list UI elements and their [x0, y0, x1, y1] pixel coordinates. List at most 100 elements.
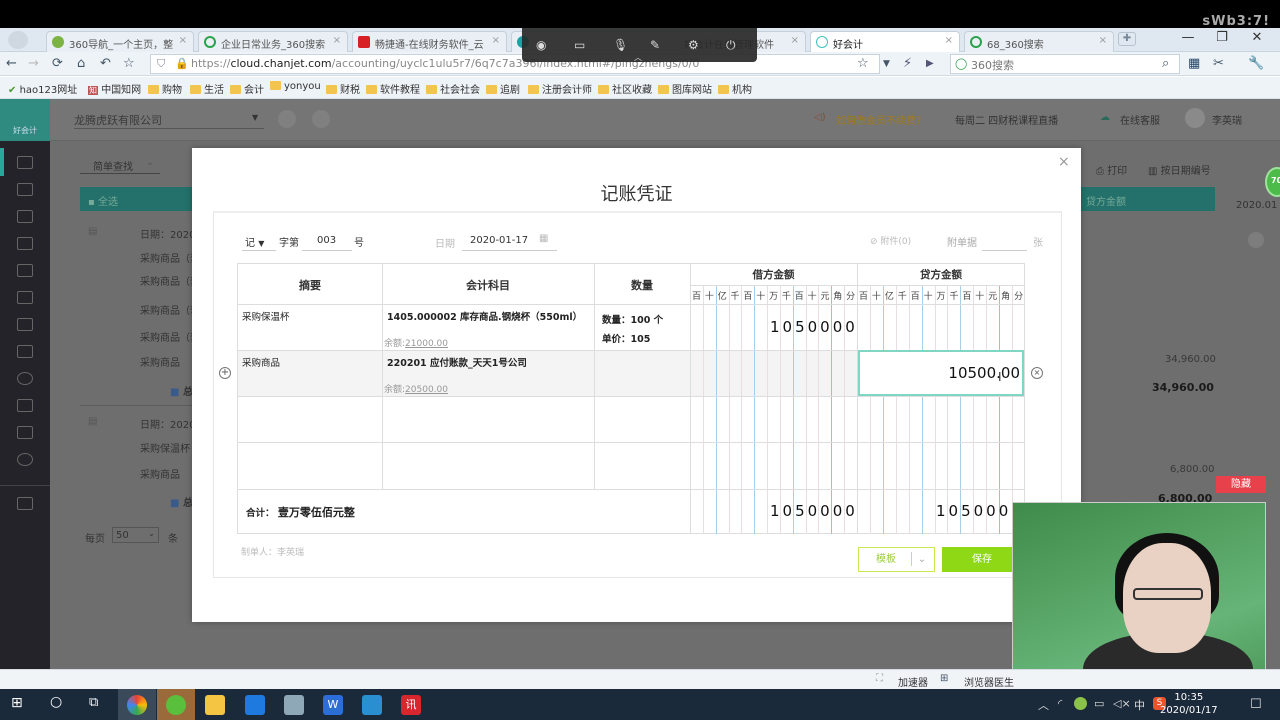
page-size-select[interactable]: 50 ⌄ — [112, 527, 159, 543]
360-guard-icon[interactable] — [1074, 697, 1087, 710]
delete-row-icon[interactable]: × — [1031, 367, 1043, 379]
online-service-link[interactable]: 在线客服 — [1120, 112, 1160, 127]
scissors-icon[interactable]: ✂ — [1213, 56, 1224, 71]
close-tab-icon[interactable]: × — [1099, 35, 1107, 46]
favorite-star-icon[interactable]: ☆ — [123, 56, 135, 71]
home-icon[interactable]: ⌂ — [77, 56, 85, 71]
forward-icon[interactable]: → — [28, 56, 39, 71]
row4-summary[interactable] — [238, 443, 382, 488]
close-window-button[interactable]: ✕ — [1242, 30, 1272, 45]
bookmark-folder[interactable]: 社区收藏 — [598, 81, 652, 96]
speed-icon[interactable]: ⚡ — [903, 56, 912, 71]
row1-summary[interactable]: 采购保温杯 — [242, 309, 290, 323]
collapse-icon[interactable]: ︿ — [634, 52, 642, 63]
row2-summary[interactable]: 采购商品 — [242, 355, 280, 369]
sidebar-chart-icon[interactable] — [17, 210, 33, 223]
tab-haokuaiji[interactable]: 好会计 × — [810, 31, 960, 52]
tray-expand-icon[interactable]: ︿ — [1038, 697, 1049, 713]
wechat-icon[interactable] — [166, 695, 186, 715]
tab-chanjet[interactable]: 畅捷通-在线财务软件_云 × — [352, 31, 507, 52]
bookmark-folder[interactable]: 机构 — [718, 81, 752, 96]
promo-link[interactable]: 如何做会员不续费？ — [836, 112, 926, 127]
renumber-button[interactable]: ▥ 按日期编号 — [1148, 162, 1211, 177]
bookmark-folder[interactable]: 社会社会 — [426, 81, 480, 96]
new-tab-button[interactable]: ✚ — [1118, 32, 1136, 46]
row1-price[interactable]: 单价：105 — [602, 331, 650, 345]
url-input[interactable]: ⛉ 🔒 https://cloud.chanjet.com/accounting… — [150, 54, 880, 74]
notification-center-icon[interactable]: ☐ — [1250, 697, 1262, 712]
windows-start-icon[interactable]: ⊞ — [11, 695, 23, 711]
mic-icon[interactable]: 🎙 — [613, 38, 628, 52]
attach-count-input[interactable] — [982, 250, 1027, 251]
user-avatar[interactable] — [1185, 108, 1205, 128]
row-checkbox[interactable]: ▤ — [88, 226, 97, 237]
row2-account[interactable]: 220201 应付账款_天天1号公司 — [387, 355, 527, 369]
message-icon[interactable] — [312, 110, 330, 128]
row-checkbox[interactable]: ▤ — [88, 416, 97, 427]
close-tab-icon[interactable]: × — [492, 35, 500, 46]
tab-360-search-68[interactable]: 68_360搜索 × — [964, 31, 1114, 52]
bookmark-star-icon[interactable]: ☆ — [857, 56, 869, 71]
company-selector[interactable]: 龙腾虎跃有限公司 — [74, 112, 264, 129]
tab-360-nav[interactable]: 360导航_一个主页，整 × — [46, 31, 194, 52]
close-dialog-button[interactable]: × — [1058, 154, 1070, 170]
voucher-type-select[interactable]: 记 ▼ — [245, 234, 264, 249]
settings-icon[interactable] — [278, 110, 296, 128]
camera-icon[interactable]: ▭ — [574, 38, 585, 52]
sidebar-cashier-icon[interactable] — [17, 264, 33, 277]
bookmark-folder[interactable]: 软件教程 — [366, 81, 420, 96]
bookmark-folder[interactable]: 图库网站 — [658, 81, 712, 96]
browser-doctor-link[interactable]: 浏览器医生 — [964, 674, 1014, 689]
row3-account[interactable] — [383, 397, 594, 442]
sidebar-closing-icon[interactable] — [17, 399, 33, 412]
wifi-icon[interactable]: ◜ — [1058, 697, 1062, 710]
sidebar-voucher-icon[interactable] — [17, 156, 33, 169]
save-button[interactable]: 保存 — [942, 547, 1022, 572]
wps-icon[interactable]: W — [323, 695, 343, 715]
attachment-button[interactable]: ⊘ 附件(0) — [870, 234, 911, 247]
close-tab-icon[interactable]: × — [179, 35, 187, 46]
pen-icon[interactable]: ✎ — [650, 38, 660, 52]
chevron-down-icon[interactable]: ⌄ — [912, 548, 932, 571]
sidebar-report-icon[interactable] — [17, 345, 33, 358]
undo-close-icon[interactable]: ↶ — [100, 56, 111, 71]
file-explorer-icon[interactable] — [205, 695, 225, 715]
settings-icon[interactable]: ⚙ — [688, 38, 699, 52]
sidebar-invoice-icon[interactable] — [17, 183, 33, 196]
row1-debit-amount[interactable]: 1050000 — [770, 318, 858, 336]
voucher-number-input[interactable]: 003 — [317, 235, 336, 246]
profile-avatar-icon[interactable] — [8, 31, 28, 49]
sidebar-tax-icon[interactable] — [17, 372, 33, 385]
power-icon[interactable]: ⏻ — [726, 38, 736, 53]
live-course-link[interactable]: 每周二 四财税课程直播 — [955, 112, 1058, 127]
bookmark-folder[interactable]: 购物 — [148, 81, 182, 96]
row1-quantity[interactable]: 数量：100 个 — [602, 312, 663, 326]
period-nav-icon[interactable] — [1248, 232, 1264, 248]
battery-icon[interactable]: ▭ — [1094, 697, 1104, 710]
bookmark-folder[interactable]: 追剧 — [486, 81, 520, 96]
close-tab-icon[interactable]: × — [945, 35, 953, 46]
sidebar-assets-icon[interactable] — [17, 291, 33, 304]
recycle-app-icon[interactable] — [362, 695, 382, 715]
chevron-down-icon[interactable]: ▼ — [252, 113, 258, 122]
search-input[interactable]: ◯ 360搜索 — [950, 54, 1180, 74]
sidebar-ledger-icon[interactable] — [17, 237, 33, 250]
close-tab-icon[interactable]: × — [791, 35, 799, 46]
bookmark-folder[interactable]: 注册会计师 — [528, 81, 592, 96]
bookmark-folder[interactable]: 生活 — [190, 81, 224, 96]
bookmark-folder[interactable]: yonyou — [270, 81, 321, 92]
apps-icon[interactable]: ▦ — [1188, 56, 1200, 71]
row3-summary[interactable] — [238, 397, 382, 442]
sidebar-payroll-icon[interactable] — [17, 318, 33, 331]
sidebar-settings-icon[interactable] — [17, 453, 33, 466]
xunfei-icon[interactable]: 讯 — [401, 695, 421, 715]
system-clock[interactable]: 10:35 2020/01/17 — [1160, 691, 1218, 717]
360-browser-icon[interactable] — [127, 695, 147, 715]
calendar-icon[interactable]: ▦ — [539, 233, 548, 244]
date-input[interactable]: 2020-01-17 — [470, 235, 528, 246]
row4-account[interactable] — [383, 443, 594, 488]
volume-muted-icon[interactable]: ◁× — [1113, 697, 1131, 710]
tab-360-search[interactable]: 企业日常业务_360搜索 × — [198, 31, 348, 52]
dingtalk-icon[interactable] — [245, 695, 265, 715]
search-icon[interactable]: ⌕ — [1162, 56, 1169, 71]
